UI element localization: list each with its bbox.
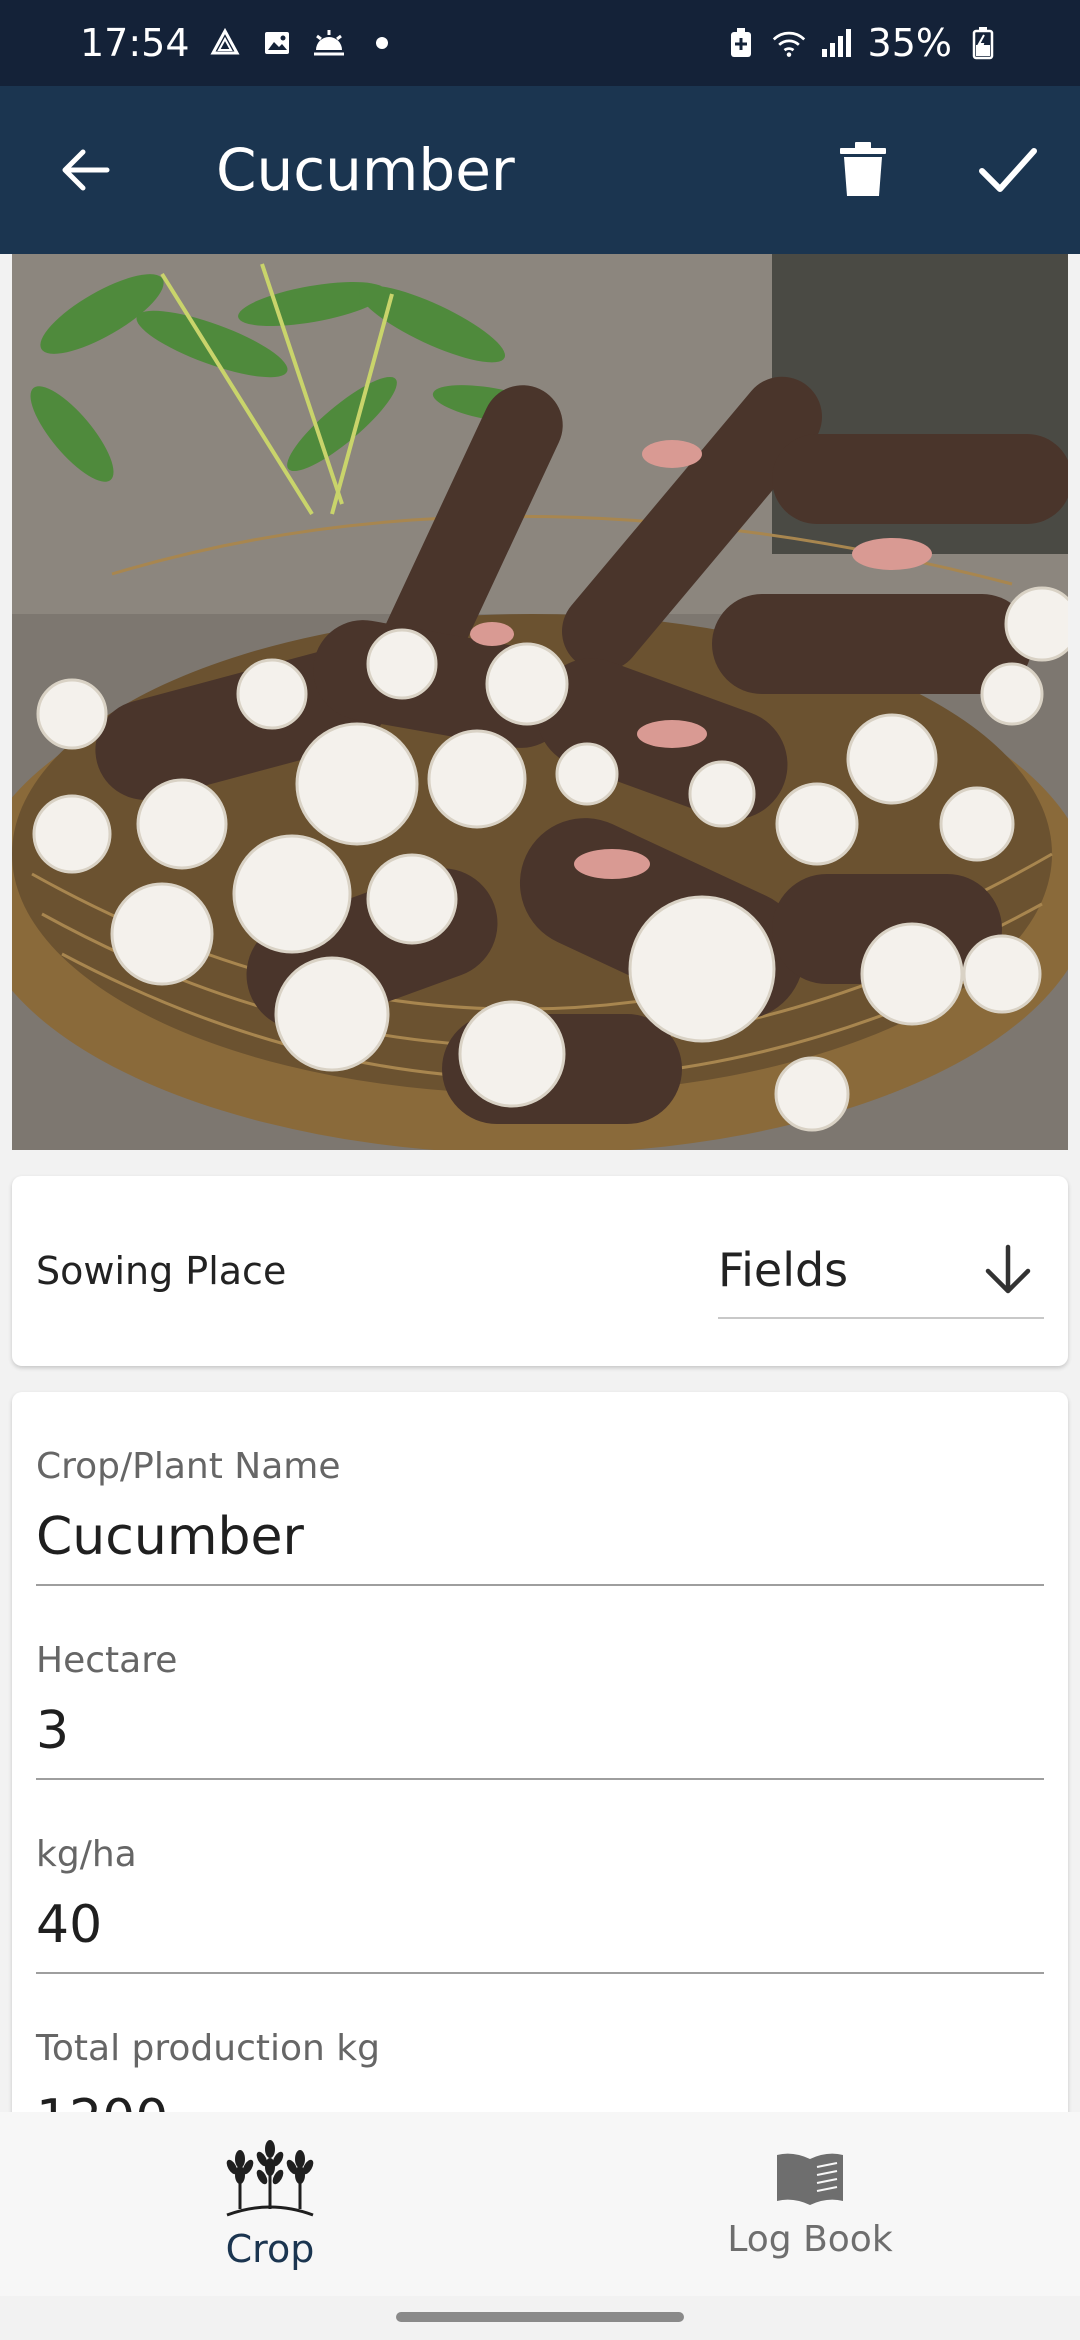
nav-item-crop[interactable]: Crop <box>0 2112 540 2296</box>
field-label: Hectare <box>36 1640 178 1681</box>
field-label: kg/ha <box>36 1834 137 1875</box>
bottom-nav: Crop Log Book <box>0 2112 1080 2296</box>
nav-label-log-book: Log Book <box>727 2218 893 2260</box>
app-bar: Cucumber <box>0 86 1080 254</box>
status-time: 17:54 <box>80 21 190 65</box>
battery-percent: 35% <box>867 21 952 65</box>
sowing-place-label: Sowing Place <box>36 1249 287 1293</box>
sowing-place-dropdown[interactable]: Fields <box>718 1223 1044 1319</box>
status-bar: 17:54 35% <box>0 0 1080 86</box>
page-title: Cucumber <box>216 136 515 204</box>
check-icon <box>978 148 1037 192</box>
wifi-icon <box>772 26 806 60</box>
wheat-icon <box>226 2140 314 2217</box>
drive-icon <box>208 26 242 60</box>
crop-name-input[interactable]: Cucumber <box>36 1507 1044 1567</box>
arrow-down-icon <box>985 1244 1031 1294</box>
sowing-place-value: Fields <box>718 1243 849 1297</box>
back-arrow-icon <box>62 149 110 191</box>
nav-label-crop: Crop <box>225 2227 315 2271</box>
home-indicator[interactable] <box>396 2312 684 2322</box>
battery-saver-icon <box>724 26 758 60</box>
crop-name-field[interactable]: Crop/Plant Name Cucumber <box>36 1392 1044 1586</box>
field-label: Crop/Plant Name <box>36 1446 341 1487</box>
save-check-button[interactable] <box>935 86 1080 254</box>
crop-photo <box>12 254 1068 1150</box>
signal-icon <box>820 26 854 60</box>
nav-item-log-book[interactable]: Log Book <box>540 2112 1080 2296</box>
hectare-field[interactable]: Hectare 3 <box>36 1586 1044 1780</box>
image-icon <box>260 26 294 60</box>
dot-icon <box>375 37 388 49</box>
sowing-place-card: Sowing Place Fields <box>12 1176 1068 1366</box>
weather-icon <box>312 26 346 60</box>
delete-icon <box>839 142 886 196</box>
kg-per-ha-field[interactable]: kg/ha 40 <box>36 1780 1044 1974</box>
delete-button[interactable] <box>790 86 935 254</box>
book-icon <box>777 2153 843 2205</box>
crop-form-card: Crop/Plant Name Cucumber Hectare 3 kg/ha… <box>12 1392 1068 2152</box>
field-label: Total production kg <box>36 2028 380 2069</box>
hectare-input[interactable]: 3 <box>36 1701 1044 1761</box>
battery-icon <box>966 26 1000 60</box>
back-button[interactable] <box>0 86 170 254</box>
kg-per-ha-input[interactable]: 40 <box>36 1895 1044 1955</box>
